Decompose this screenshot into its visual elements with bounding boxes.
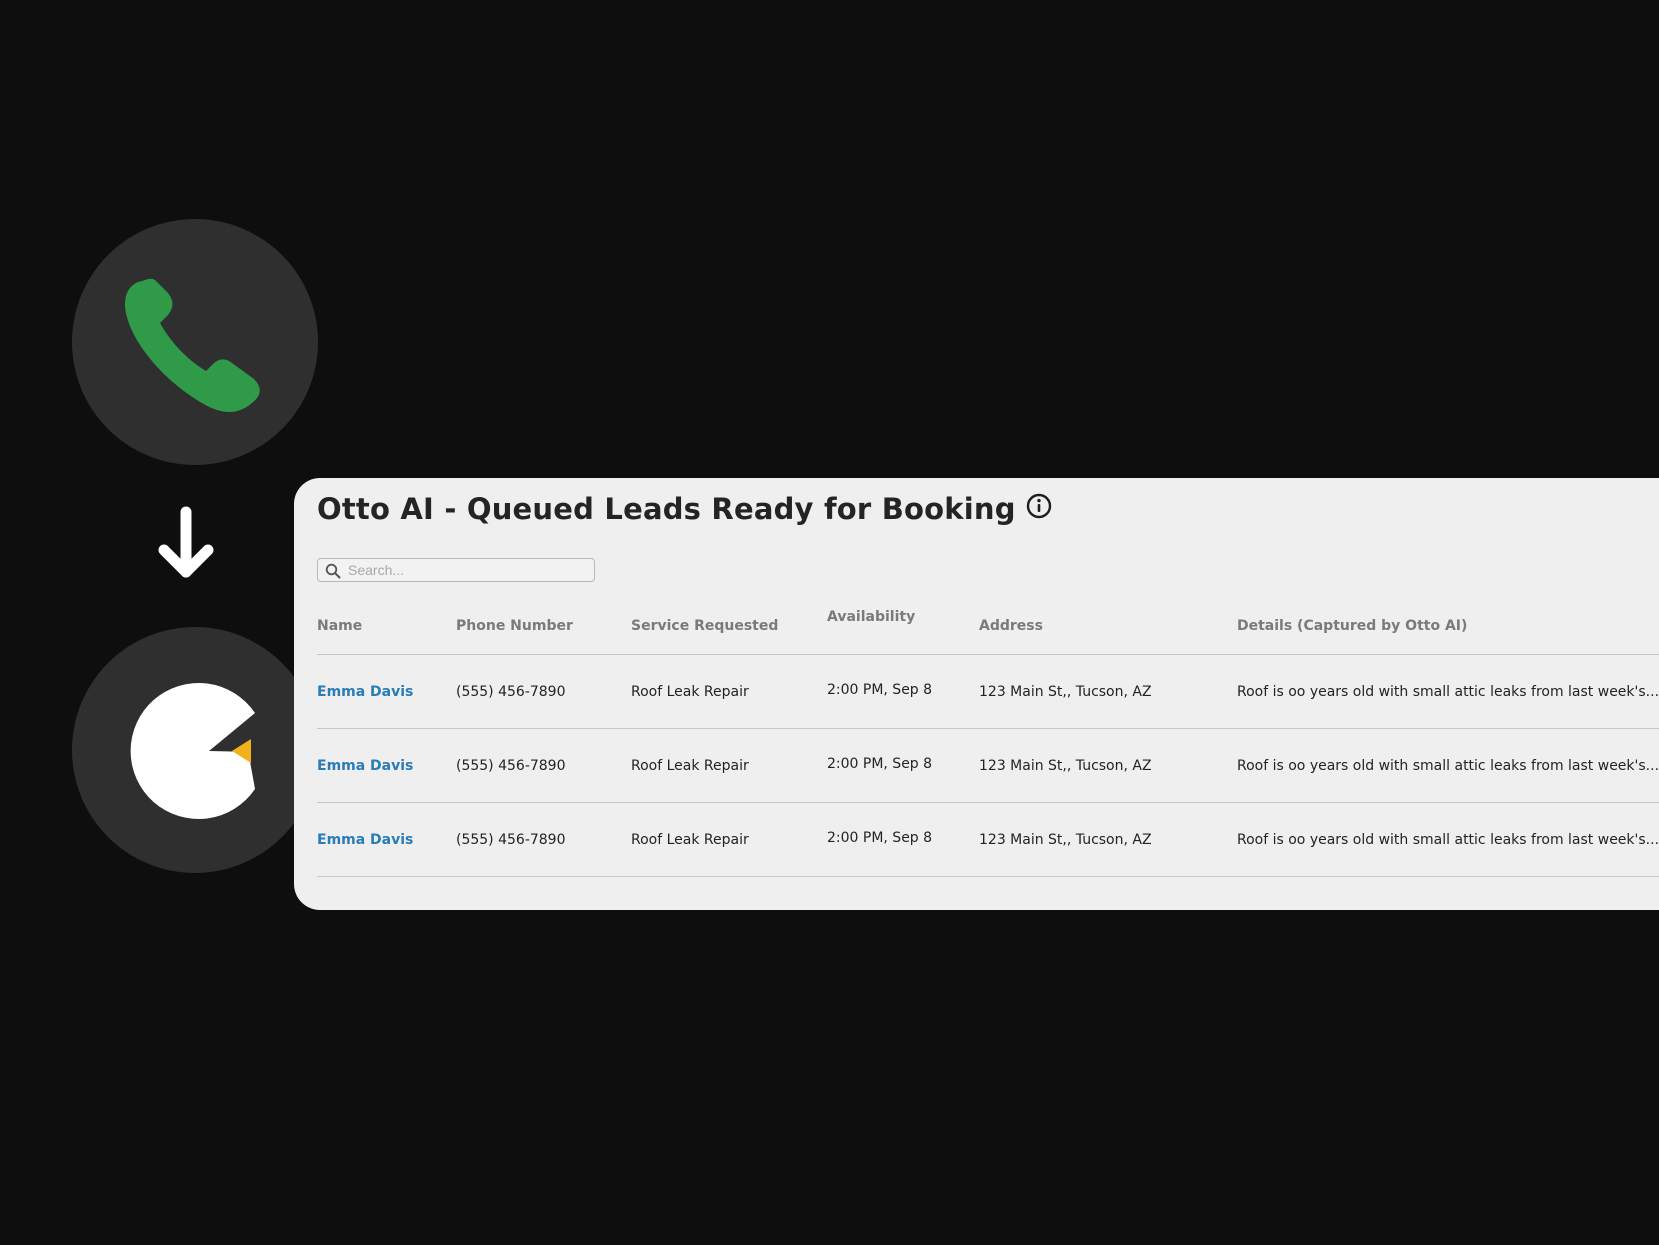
availability-cell: 2:00 PM, Sep 8: [827, 728, 979, 803]
phone-circle: [72, 219, 318, 465]
availability-cell: 2:00 PM, Sep 8: [827, 802, 979, 877]
search-box[interactable]: [317, 558, 595, 582]
service-cell: Roof Leak Repair: [631, 802, 827, 877]
column-header-availability[interactable]: Availability: [827, 598, 979, 655]
phone-cell: (555) 456-7890: [456, 728, 631, 803]
otto-logo-circle: [72, 627, 318, 873]
queued-leads-card: Otto AI - Queued Leads Ready for Booking: [294, 478, 1659, 910]
details-cell: Roof is oo years old with small attic le…: [1237, 802, 1659, 877]
column-header-address[interactable]: Address: [979, 598, 1237, 655]
address-cell: 123 Main St,, Tucson, AZ: [979, 802, 1237, 877]
lead-name-link[interactable]: Emma Davis: [317, 684, 413, 700]
phone-cell: (555) 456-7890: [456, 802, 631, 877]
table-row[interactable]: Emma Davis (555) 456-7890 Roof Leak Repa…: [317, 728, 1659, 803]
info-icon[interactable]: [1026, 493, 1052, 519]
table-row[interactable]: Emma Davis (555) 456-7890 Roof Leak Repa…: [317, 654, 1659, 729]
phone-icon: [124, 278, 260, 412]
details-cell: Roof is oo years old with small attic le…: [1237, 654, 1659, 729]
lead-name-link[interactable]: Emma Davis: [317, 832, 413, 848]
phone-cell: (555) 456-7890: [456, 654, 631, 729]
card-header: Otto AI - Queued Leads Ready for Booking: [317, 492, 1052, 526]
column-header-phone[interactable]: Phone Number: [456, 598, 631, 655]
address-cell: 123 Main St,, Tucson, AZ: [979, 654, 1237, 729]
address-cell: 123 Main St,, Tucson, AZ: [979, 728, 1237, 803]
column-header-name[interactable]: Name: [317, 598, 456, 655]
canvas: Otto AI - Queued Leads Ready for Booking: [0, 0, 1659, 1245]
lead-name-link[interactable]: Emma Davis: [317, 758, 413, 774]
otto-logo-icon: [130, 683, 255, 819]
search-input[interactable]: [348, 560, 588, 580]
table-row[interactable]: Emma Davis (555) 456-7890 Roof Leak Repa…: [317, 802, 1659, 877]
search-icon: [325, 563, 341, 579]
table-header-row: Name Phone Number Service Requested Avai…: [317, 598, 1659, 655]
page-title: Otto AI - Queued Leads Ready for Booking: [317, 492, 1016, 526]
service-cell: Roof Leak Repair: [631, 728, 827, 803]
leads-table: Name Phone Number Service Requested Avai…: [317, 598, 1659, 877]
service-cell: Roof Leak Repair: [631, 654, 827, 729]
lead-name-cell: Emma Davis: [317, 728, 456, 803]
lead-name-cell: Emma Davis: [317, 802, 456, 877]
availability-cell: 2:00 PM, Sep 8: [827, 654, 979, 729]
column-header-details[interactable]: Details (Captured by Otto AI): [1237, 598, 1659, 655]
column-header-service[interactable]: Service Requested: [631, 598, 827, 655]
details-cell: Roof is oo years old with small attic le…: [1237, 728, 1659, 803]
lead-name-cell: Emma Davis: [317, 654, 456, 729]
arrow-down-icon: [158, 506, 214, 578]
